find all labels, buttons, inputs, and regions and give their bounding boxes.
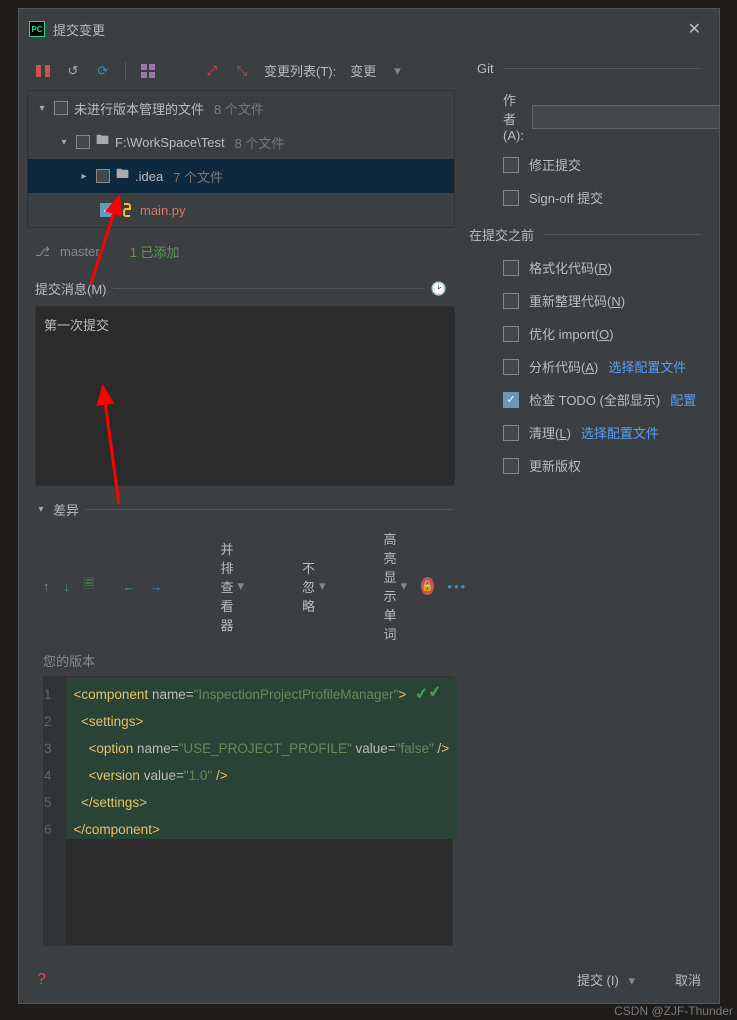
- next-diff-icon[interactable]: ↓: [64, 579, 71, 594]
- branch-icon: ⎇: [35, 244, 50, 260]
- diff-label: 差异: [53, 500, 79, 519]
- rearrange-label: 重新整理代码(N): [529, 291, 625, 310]
- amend-label: 修正提交: [529, 155, 581, 174]
- git-section-label: Git: [477, 61, 494, 76]
- commit-msg-header: 提交消息(M) 🕑: [27, 275, 469, 302]
- amend-checkbox[interactable]: [503, 157, 519, 173]
- branch-status: ⎇ master 1 已添加: [27, 228, 469, 275]
- chevron-right-icon[interactable]: ▸: [78, 171, 90, 182]
- toolbar: ↺ ⟳ ⤢ ⤡ 变更列表(T): 变更 ▾: [27, 57, 469, 90]
- python-icon: [120, 203, 134, 217]
- analyze-config-link[interactable]: 选择配置文件: [608, 357, 686, 376]
- diff-editor[interactable]: 123456 <component name="InspectionProjec…: [43, 676, 453, 946]
- pycharm-icon: PC: [29, 21, 45, 37]
- tree-count: 7 个文件: [173, 167, 223, 186]
- optimize-checkbox[interactable]: [503, 326, 519, 342]
- collapse-icon[interactable]: ⤡: [234, 63, 250, 79]
- copyright-checkbox[interactable]: [503, 458, 519, 474]
- cleanup-config-link[interactable]: 选择配置文件: [581, 423, 659, 442]
- checkbox[interactable]: [96, 169, 110, 183]
- checkbox[interactable]: [76, 135, 90, 149]
- code-content: <component name="InspectionProjectProfil…: [66, 677, 458, 945]
- close-icon[interactable]: ✕: [680, 15, 709, 43]
- analyze-label: 分析代码(A): [529, 357, 598, 376]
- back-icon[interactable]: ←: [122, 579, 135, 594]
- author-label: 作者(A):: [503, 90, 524, 143]
- expand-icon[interactable]: ⤢: [204, 63, 220, 79]
- changes-tree[interactable]: ▾ 未进行版本管理的文件 8 个文件 ▾ 🖿 F:\WorkSpace\Test…: [27, 90, 455, 228]
- cleanup-label: 清理(L): [529, 423, 571, 442]
- chevron-down-icon: ▾: [394, 63, 401, 79]
- tree-main-row[interactable]: ✓ main.py: [28, 193, 454, 227]
- todo-label: 检查 TODO (全部显示): [529, 390, 660, 409]
- author-input[interactable]: [532, 105, 719, 129]
- chevron-down-icon[interactable]: ▾: [36, 103, 48, 114]
- checkbox[interactable]: [54, 101, 68, 115]
- commit-message-input[interactable]: 第一次提交: [35, 306, 455, 486]
- dialog-title: 提交变更: [53, 20, 672, 39]
- analyze-checkbox[interactable]: [503, 359, 519, 375]
- branch-name: master: [60, 244, 100, 259]
- reformat-label: 格式化代码(R): [529, 258, 612, 277]
- tree-idea-row[interactable]: ▸ 🖿 .idea 7 个文件: [28, 159, 454, 193]
- prev-diff-icon[interactable]: ↑: [43, 579, 50, 594]
- signoff-checkbox[interactable]: [503, 190, 519, 206]
- tree-label: main.py: [140, 203, 186, 218]
- commit-dialog: PC 提交变更 ✕ ↺ ⟳ ⤢ ⤡ 变更列表(T): 变更 ▾: [18, 8, 720, 1004]
- group-icon[interactable]: [140, 63, 156, 79]
- chevron-down-icon[interactable]: ▾: [35, 504, 47, 515]
- tree-workspace-row[interactable]: ▾ 🖿 F:\WorkSpace\Test 8 个文件: [28, 125, 454, 159]
- changelist-dropdown[interactable]: 变更列表(T): 变更 ▾: [264, 61, 401, 80]
- gutter: 123456: [44, 677, 66, 945]
- folder-icon: 🖿: [116, 165, 129, 187]
- revert-icon[interactable]: ↺: [65, 63, 81, 79]
- signoff-label: Sign-off 提交: [529, 188, 603, 207]
- forward-icon[interactable]: →: [149, 579, 162, 594]
- refresh-icon[interactable]: ⟳: [95, 63, 111, 79]
- tree-root-row[interactable]: ▾ 未进行版本管理的文件 8 个文件: [28, 91, 454, 125]
- commit-message-text: 第一次提交: [44, 318, 109, 333]
- tree-count: 8 个文件: [235, 133, 285, 152]
- tree-label: .idea: [135, 169, 163, 184]
- folder-icon: 🖿: [96, 131, 109, 153]
- lock-icon[interactable]: 🔒: [421, 577, 433, 595]
- tree-label: 未进行版本管理的文件: [74, 99, 204, 118]
- diff-header[interactable]: ▾ 差异: [35, 496, 461, 523]
- before-section-label: 在提交之前: [469, 225, 534, 244]
- optimize-label: 优化 import(O): [529, 324, 614, 343]
- watermark: CSDN @ZJF-Thunder: [614, 1004, 733, 1018]
- changelist-value: 变更: [350, 61, 376, 80]
- tree-count: 8 个文件: [214, 99, 264, 118]
- commit-button[interactable]: 提交 (I) ▾: [577, 970, 635, 989]
- more-icon[interactable]: •••: [448, 579, 468, 594]
- options-panel: Git 作者(A): 修正提交 Sign-off 提交 在提交之前 格式化代码(…: [469, 49, 719, 956]
- file-icon[interactable]: 🗏: [84, 575, 94, 597]
- reformat-checkbox[interactable]: [503, 260, 519, 276]
- chevron-down-icon[interactable]: ▾: [58, 137, 70, 148]
- check-icon: ✔✔: [414, 681, 443, 705]
- rearrange-checkbox[interactable]: [503, 293, 519, 309]
- highlight-dropdown[interactable]: 高亮显示单词 ▾: [384, 529, 408, 643]
- changelist-label: 变更列表(T):: [264, 61, 336, 80]
- todo-config-link[interactable]: 配置: [670, 390, 696, 409]
- cancel-button[interactable]: 取消: [675, 970, 701, 989]
- tree-label: F:\WorkSpace\Test: [115, 135, 225, 150]
- footer: ? 提交 (I) ▾ 取消: [19, 956, 719, 1003]
- checkbox[interactable]: ✓: [100, 203, 114, 217]
- divider: [125, 62, 126, 80]
- viewer-dropdown[interactable]: 并排查看器 ▾: [220, 539, 244, 634]
- diff-icon[interactable]: [35, 63, 51, 79]
- diff-toolbar: ↑ ↓ 🗏 ← → 并排查看器 ▾ 不忽略 ▾ 高亮显示单词 ▾ 🔒 •••: [35, 523, 461, 649]
- copyright-label: 更新版权: [529, 456, 581, 475]
- help-icon[interactable]: ?: [37, 971, 46, 989]
- cleanup-checkbox[interactable]: [503, 425, 519, 441]
- titlebar: PC 提交变更 ✕: [19, 9, 719, 49]
- history-icon[interactable]: 🕑: [431, 281, 447, 297]
- commit-msg-label: 提交消息(M): [35, 279, 107, 298]
- ignore-dropdown[interactable]: 不忽略 ▾: [302, 558, 326, 615]
- your-version-label: 您的版本: [35, 649, 461, 672]
- todo-checkbox[interactable]: ✓: [503, 392, 519, 408]
- added-count: 1 已添加: [130, 242, 180, 261]
